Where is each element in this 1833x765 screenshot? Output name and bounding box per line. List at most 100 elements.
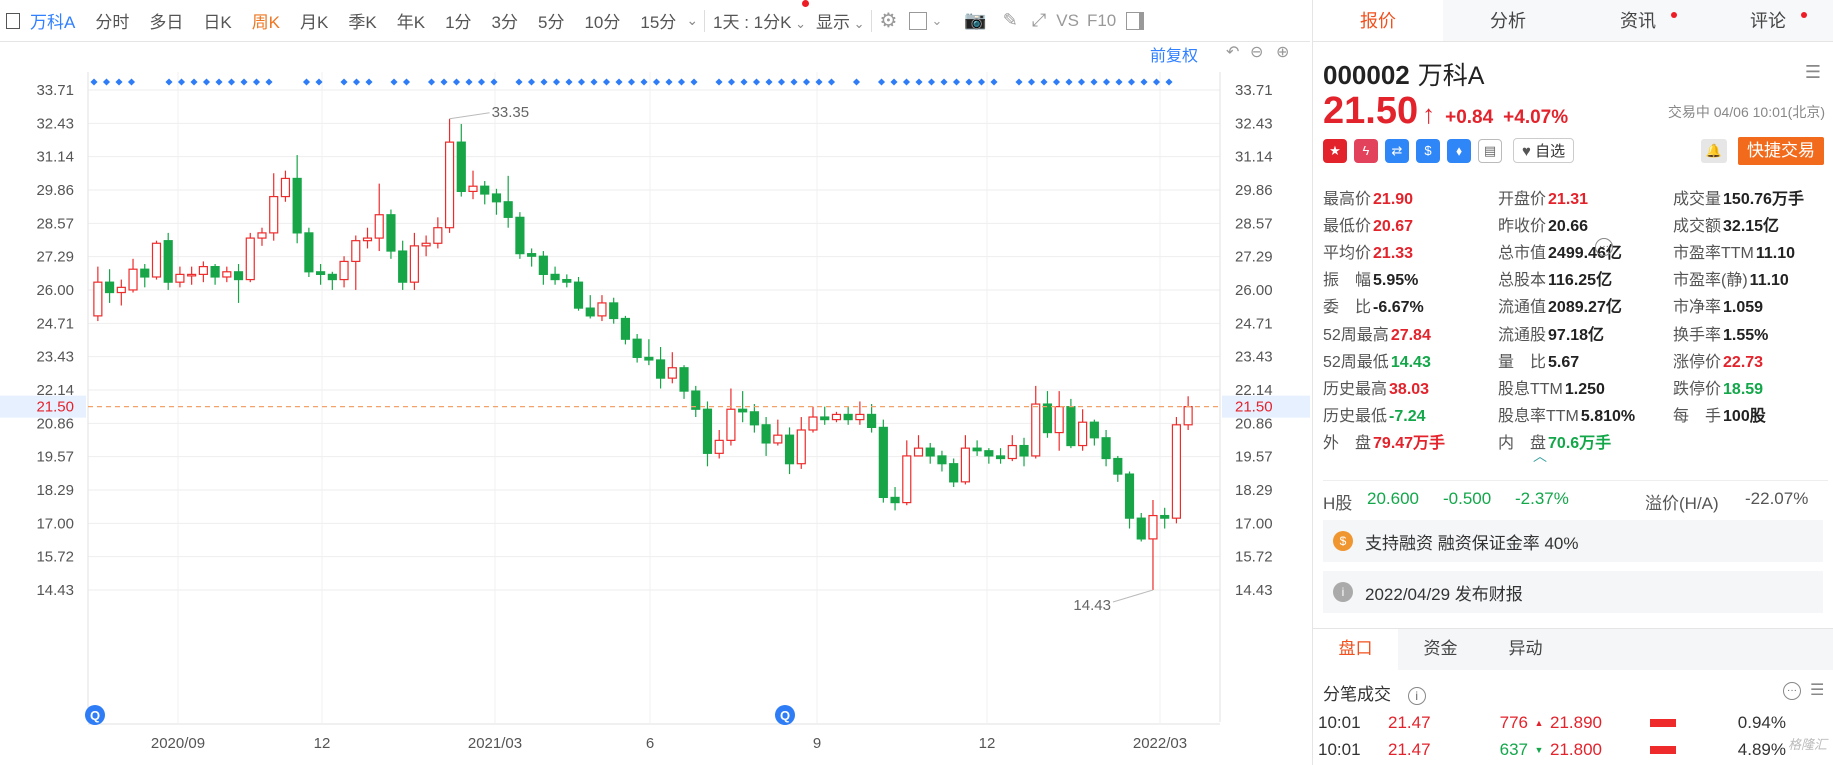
stat-label: 涨停价 [1673,353,1722,371]
stat-cell: 股息率TTM 5.810% [1498,402,1673,426]
chevron-up-icon[interactable]: ︿ [1533,446,1547,466]
event-marker [727,78,736,86]
candle-body [1183,406,1193,426]
period-tab[interactable]: 5分 [528,8,574,33]
period-tab[interactable]: 月K [290,8,338,33]
camera-icon[interactable]: 📷 [964,10,986,31]
tab-comments[interactable]: 评论 [1703,0,1833,41]
y-tick-label-right: 14.43 [1235,582,1273,599]
chevron-down-icon[interactable]: ⌄ [931,13,942,29]
stat-label: 52周最高 [1323,326,1389,344]
price-tag-right: 21.50 [1235,399,1273,416]
list-icon[interactable]: ☰ [1810,680,1824,700]
candle-body [1101,437,1111,460]
candle-body [1160,514,1170,519]
kline-svg[interactable]: 33.71 33.71 32.43 32.43 31.14 31.14 29.86 29.86… [0,42,1310,765]
tab-quote[interactable]: 报价 [1313,0,1443,41]
event-marker [177,78,186,86]
more-periods-icon[interactable]: ⌄ [686,12,698,29]
dollar-icon[interactable]: $ [1416,138,1440,163]
more-options-icon[interactable]: ··· [1595,238,1613,256]
high-label: 33.35 [492,104,530,121]
period-tab[interactable]: 季K [338,8,386,33]
indicator-box-icon[interactable] [909,11,928,30]
settings-icon[interactable]: ⚙ [880,8,898,33]
period-tab[interactable]: 年K [387,8,435,33]
period-tab[interactable]: 周K [242,8,290,33]
lightning-icon[interactable]: ϟ [1354,138,1378,163]
zoom-in-icon[interactable]: ⊕ [1276,42,1289,62]
stat-value: 5.95% [1373,272,1419,290]
stat-cell: 流通股 97.18亿 [1498,321,1673,345]
stat-value: -7.24 [1389,408,1426,426]
event-marker [115,78,123,86]
h-share-pct: -2.37% [1515,489,1569,508]
candle-body [491,193,502,203]
stock-name-tab[interactable]: 万科A [20,8,85,33]
restore-rights-button[interactable]: 前复权 [1150,42,1198,66]
x-tick-label: 12 [314,735,331,752]
q-marker-glyph: Q [90,708,100,723]
bell-icon[interactable]: 🔔 [1701,139,1727,163]
unread-dot [1671,12,1677,18]
event-marker [802,78,811,86]
menu-icon[interactable]: ☰ [1805,62,1821,83]
candle-body [456,141,466,193]
margin-info[interactable]: $ 支持融资 融资保证金率 40% [1323,520,1823,562]
zoom-out-icon[interactable]: ⊖ [1250,42,1263,62]
more-icon[interactable]: ··· [1783,682,1801,700]
stat-label: 振 幅 [1323,272,1372,290]
tab-comments-label: 评论 [1750,11,1786,31]
add-watchlist-button[interactable]: ♥ 自选 [1513,138,1575,163]
pencil-icon[interactable]: ✎ [1003,10,1018,31]
event-marker [240,78,248,86]
period-tab[interactable]: 3分 [482,8,528,33]
candle-body [503,201,513,218]
stat-value: 27.84 [1390,326,1431,344]
note-icon[interactable]: ▤ [1478,138,1502,163]
help-icon[interactable]: i [1407,687,1426,705]
stat-label: 换手率 [1673,326,1722,344]
stat-value: 21.31 [1548,190,1589,208]
period-tab[interactable]: 1分 [435,8,481,33]
event-marker [1090,78,1098,86]
tab-news[interactable]: 资讯 [1573,0,1703,41]
interval-select[interactable]: 1天 : 1分K ⌄ [705,8,810,33]
candle-body [292,177,302,234]
period-tab[interactable]: 分时 [85,8,139,33]
stat-cell: 内 盘 70.6万手 [1498,429,1673,453]
tab-anomaly[interactable]: 异动 [1483,629,1568,670]
y-tick-label-right: 18.29 [1235,482,1273,499]
period-tab[interactable]: 日K [193,8,241,33]
stat-value: 5.810% [1580,408,1636,426]
quick-trade-button[interactable]: 快捷交易 [1738,137,1824,165]
tab-orderbook[interactable]: 盘口 [1313,629,1398,670]
tab-fund-flow[interactable]: 资金 [1398,629,1483,670]
event-marker [552,78,561,86]
sidebar-toggle-icon[interactable] [6,12,20,29]
tab-analysis[interactable]: 分析 [1443,0,1573,41]
event-marker [477,78,486,86]
period-tab[interactable]: 多日 [139,8,193,33]
kline-chart[interactable]: 33.71 33.71 32.43 32.43 31.14 31.14 29.86 29.86… [0,42,1310,765]
f10-button[interactable]: F10 [1083,11,1120,31]
compare-button[interactable]: VS [1052,11,1083,31]
h-share-row[interactable]: H股 20.600 -0.500 -2.37% 溢价(H/A) -22.07% [1323,480,1828,514]
report-info[interactable]: i 2022/04/29 发布财报 [1323,571,1823,613]
candle-body [878,426,888,499]
event-marker [1152,78,1161,86]
candle-body [1089,421,1099,439]
event-marker [902,78,911,86]
fullscreen-icon[interactable]: ⤢ [1032,10,1046,31]
trade-pct: 4.89% [1737,740,1786,759]
display-select[interactable]: 显示 ⌄ [801,0,871,33]
candle-body [163,240,173,283]
period-tab[interactable]: 10分 [574,8,630,33]
shuffle-icon[interactable]: ⇄ [1385,138,1409,163]
period-tab[interactable]: 15分 [630,8,686,33]
stock-header: 000002 万科A [1323,56,1484,92]
panel-toggle-icon[interactable] [1126,11,1145,30]
undo-icon[interactable]: ↶ [1226,42,1239,62]
q-marker-glyph: Q [780,708,790,723]
tag-icon[interactable]: ⬧ [1447,138,1471,163]
